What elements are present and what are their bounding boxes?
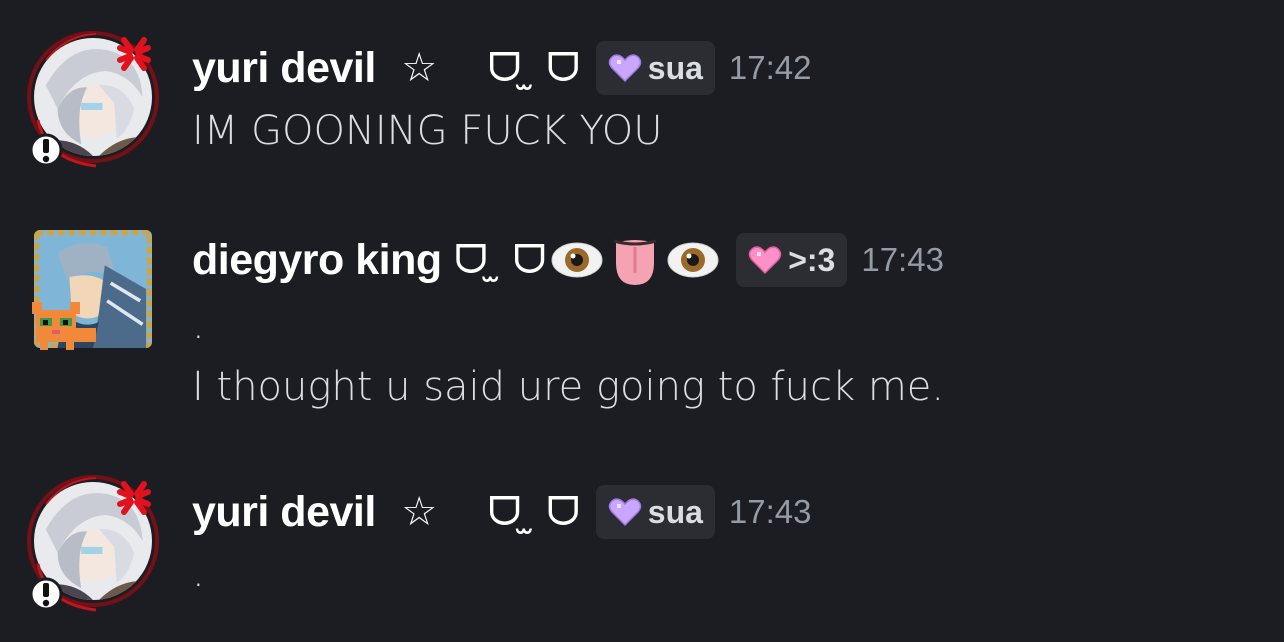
username-decoration: ☆ ᗜ ̫ ᗜ: [375, 45, 580, 91]
tongue-emoji-icon: [608, 233, 662, 287]
eye-emoji-icon: [550, 233, 604, 287]
message-content: IM GOONING FUCK YOU: [192, 108, 663, 154]
message-header: yuri devil ☆ ᗜ ̫ ᗜ sua 17:43: [192, 482, 812, 542]
heart-icon: [748, 244, 782, 276]
username[interactable]: yuri devil: [192, 44, 376, 93]
timestamp[interactable]: 17:43: [861, 241, 944, 279]
guild-tag[interactable]: sua: [595, 485, 715, 539]
message-header: diegyro king ᗜ ̫ ᗜ >:3 17:43: [192, 230, 944, 290]
guild-tag-label: >:3: [788, 241, 836, 278]
eye-emoji-icon: [666, 233, 720, 287]
user-avatar[interactable]: [26, 222, 168, 364]
username[interactable]: diegyro king: [192, 236, 442, 285]
heart-icon: [608, 496, 642, 528]
message-header: yuri devil ☆ ᗜ ̫ ᗜ sua 17:42: [192, 38, 812, 98]
user-avatar[interactable]: [26, 474, 168, 616]
guild-tag-label: sua: [647, 49, 703, 86]
username-decoration: ☆ ᗜ ̫ ᗜ: [375, 489, 580, 535]
message-content: .: [192, 550, 205, 596]
heart-icon: [608, 52, 642, 84]
guild-tag-label: sua: [647, 493, 703, 530]
guild-tag[interactable]: sua: [595, 41, 715, 95]
username[interactable]: yuri devil: [192, 488, 376, 537]
guild-tag[interactable]: >:3: [736, 233, 848, 287]
message-content: .: [192, 302, 205, 348]
timestamp[interactable]: 17:43: [729, 493, 812, 531]
chat-log: yuri devil ☆ ᗜ ̫ ᗜ sua 17:42 IM GOONING …: [0, 0, 1284, 642]
timestamp[interactable]: 17:42: [729, 49, 812, 87]
user-avatar[interactable]: [26, 30, 168, 172]
pixel-cat-icon: [32, 302, 96, 350]
message-content: I thought u said ure going to fuck me.: [192, 364, 945, 410]
avatar-decoration-icon: [27, 475, 159, 612]
avatar-decoration-icon: [27, 31, 159, 168]
username-decoration: ᗜ ̫ ᗜ: [441, 237, 547, 283]
username-emojis: [550, 233, 720, 287]
